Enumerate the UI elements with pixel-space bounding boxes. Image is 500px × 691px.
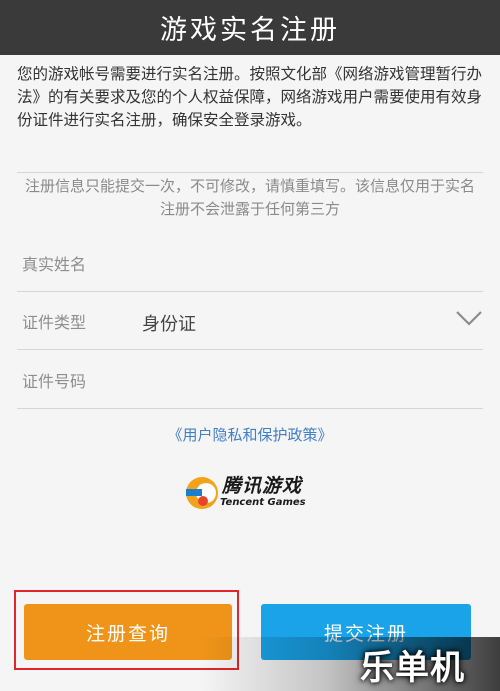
title-bar: 游戏实名注册 <box>0 0 500 55</box>
logo-text-en: Tencent Games <box>220 497 306 508</box>
divider <box>17 349 483 350</box>
chevron-down-icon[interactable] <box>454 308 484 328</box>
intro-text: 您的游戏帐号需要进行实名注册。按照文化部《网络游戏管理暂行办法》的有关要求及您的… <box>17 65 483 129</box>
notice-text: 注册信息只能提交一次，不可修改，请慎重填写。该信息仅用于实名注册不会泄露于任何第… <box>24 177 475 218</box>
id-type-value: 身份证 <box>142 314 196 335</box>
divider <box>17 408 483 409</box>
real-name-label: 真实姓名 <box>22 255 87 274</box>
page-title: 游戏实名注册 <box>160 15 340 46</box>
tencent-games-logo: 腾讯游戏 Tencent Games <box>182 469 322 517</box>
tencent-games-logo-icon <box>186 477 218 509</box>
divider <box>17 172 483 173</box>
logo-text-cn: 腾讯游戏 <box>222 475 303 497</box>
divider <box>17 291 483 292</box>
privacy-policy-link[interactable]: 《用户隐私和保护政策》 <box>0 424 500 445</box>
watermark: 乐单机 <box>360 648 465 688</box>
id-number-label: 证件号码 <box>22 372 87 391</box>
id-type-label: 证件类型 <box>22 313 87 332</box>
